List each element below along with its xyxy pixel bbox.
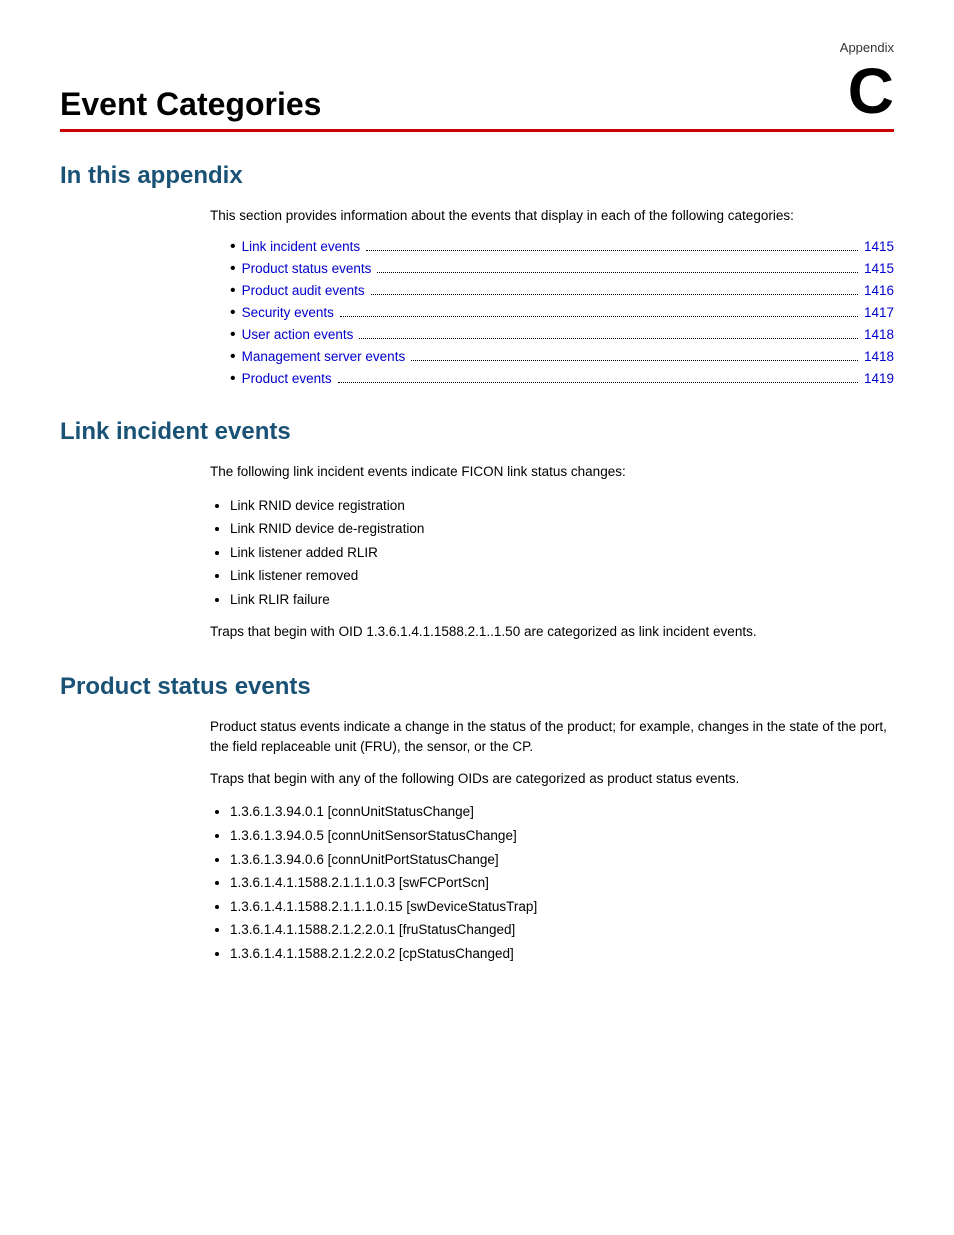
toc-link-7[interactable]: Product events bbox=[242, 371, 332, 386]
toc-page-5[interactable]: 1418 bbox=[864, 327, 894, 342]
list-item: Link listener added RLIR bbox=[230, 542, 894, 564]
toc-bullet-3: • bbox=[230, 282, 236, 300]
toc-page-4[interactable]: 1417 bbox=[864, 305, 894, 320]
in-this-appendix-intro: This section provides information about … bbox=[210, 206, 894, 226]
toc-link-6[interactable]: Management server events bbox=[242, 349, 406, 364]
toc-bullet-6: • bbox=[230, 348, 236, 366]
list-item: Link RNID device registration bbox=[230, 495, 894, 517]
list-item: Link listener removed bbox=[230, 565, 894, 587]
red-rule bbox=[60, 129, 894, 132]
link-incident-intro: The following link incident events indic… bbox=[210, 462, 894, 482]
product-status-intro1: Product status events indicate a change … bbox=[210, 717, 894, 758]
toc-list: • Link incident events 1415 • Product st… bbox=[230, 238, 894, 388]
product-status-intro2: Traps that begin with any of the followi… bbox=[210, 769, 894, 789]
toc-dots-3 bbox=[371, 294, 858, 295]
link-incident-heading: Link incident events bbox=[60, 418, 894, 446]
toc-bullet-7: • bbox=[230, 370, 236, 388]
toc-item-4: • Security events 1417 bbox=[230, 304, 894, 322]
product-status-section: Product status events Product status eve… bbox=[60, 673, 894, 965]
toc-page-1[interactable]: 1415 bbox=[864, 239, 894, 254]
toc-bullet-2: • bbox=[230, 260, 236, 278]
toc-bullet-1: • bbox=[230, 238, 236, 256]
page-header: Event Categories C bbox=[60, 59, 894, 123]
list-item: 1.3.6.1.4.1.1588.2.1.1.1.0.15 [swDeviceS… bbox=[230, 896, 894, 918]
toc-item-1: • Link incident events 1415 bbox=[230, 238, 894, 256]
toc-item-7: • Product events 1419 bbox=[230, 370, 894, 388]
toc-link-1[interactable]: Link incident events bbox=[242, 239, 361, 254]
appendix-letter: C bbox=[848, 59, 894, 123]
toc-link-2[interactable]: Product status events bbox=[242, 261, 372, 276]
list-item: 1.3.6.1.4.1.1588.2.1.2.2.0.1 [fruStatusC… bbox=[230, 919, 894, 941]
list-item: Link RLIR failure bbox=[230, 589, 894, 611]
toc-link-4[interactable]: Security events bbox=[242, 305, 334, 320]
link-incident-bullets: Link RNID device registration Link RNID … bbox=[230, 495, 894, 611]
toc-item-5: • User action events 1418 bbox=[230, 326, 894, 344]
toc-link-3[interactable]: Product audit events bbox=[242, 283, 365, 298]
list-item: 1.3.6.1.3.94.0.1 [connUnitStatusChange] bbox=[230, 801, 894, 823]
toc-item-2: • Product status events 1415 bbox=[230, 260, 894, 278]
toc-dots-2 bbox=[377, 272, 858, 273]
link-incident-footer: Traps that begin with OID 1.3.6.1.4.1.15… bbox=[210, 622, 894, 642]
product-status-heading: Product status events bbox=[60, 673, 894, 701]
list-item: 1.3.6.1.3.94.0.5 [connUnitSensorStatusCh… bbox=[230, 825, 894, 847]
toc-dots-6 bbox=[411, 360, 858, 361]
toc-item-3: • Product audit events 1416 bbox=[230, 282, 894, 300]
toc-item-6: • Management server events 1418 bbox=[230, 348, 894, 366]
toc-page-2[interactable]: 1415 bbox=[864, 261, 894, 276]
list-item: 1.3.6.1.4.1.1588.2.1.1.1.0.3 [swFCPortSc… bbox=[230, 872, 894, 894]
toc-dots-4 bbox=[340, 316, 858, 317]
toc-bullet-5: • bbox=[230, 326, 236, 344]
toc-page-3[interactable]: 1416 bbox=[864, 283, 894, 298]
product-status-bullets: 1.3.6.1.3.94.0.1 [connUnitStatusChange] … bbox=[230, 801, 894, 964]
toc-dots-7 bbox=[338, 382, 858, 383]
toc-page-6[interactable]: 1418 bbox=[864, 349, 894, 364]
appendix-label: Appendix bbox=[60, 40, 894, 55]
list-item: 1.3.6.1.4.1.1588.2.1.2.2.0.2 [cpStatusCh… bbox=[230, 943, 894, 965]
link-incident-section: Link incident events The following link … bbox=[60, 418, 894, 642]
list-item: 1.3.6.1.3.94.0.6 [connUnitPortStatusChan… bbox=[230, 849, 894, 871]
page-title: Event Categories bbox=[60, 86, 321, 123]
in-this-appendix-heading: In this appendix bbox=[60, 162, 894, 190]
toc-page-7[interactable]: 1419 bbox=[864, 371, 894, 386]
toc-dots-1 bbox=[366, 250, 858, 251]
toc-bullet-4: • bbox=[230, 304, 236, 322]
in-this-appendix-section: In this appendix This section provides i… bbox=[60, 162, 894, 388]
toc-link-5[interactable]: User action events bbox=[242, 327, 354, 342]
list-item: Link RNID device de-registration bbox=[230, 518, 894, 540]
toc-dots-5 bbox=[359, 338, 858, 339]
